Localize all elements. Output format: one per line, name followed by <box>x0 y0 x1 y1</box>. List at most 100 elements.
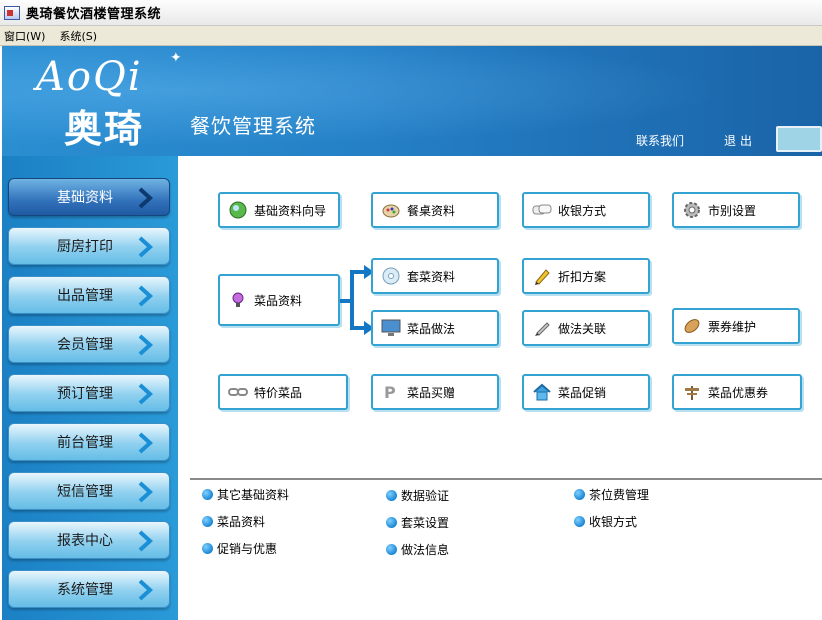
sidebar-item-sms-management[interactable]: 短信管理 <box>8 472 170 510</box>
logo-chinese: 奥琦 <box>64 107 145 151</box>
sidebar: 基础资料 厨房打印 出品管理 会员管理 预订管理 前台管理 短信管理 报表中心 … <box>2 156 178 620</box>
sidebar-item-member-management[interactable]: 会员管理 <box>8 325 170 363</box>
exit-link[interactable]: 退出 <box>724 132 756 149</box>
star-icon: ✦ <box>170 50 182 66</box>
dish-gift-button[interactable]: P 菜品买赠 <box>371 374 499 410</box>
sidebar-item-system-management[interactable]: 系统管理 <box>8 570 170 608</box>
sidebar-item-label: 前台管理 <box>57 435 113 451</box>
button-label: 菜品优惠券 <box>708 385 769 400</box>
chevron-right-icon <box>138 530 153 552</box>
button-label: 收银方式 <box>558 203 607 218</box>
bullet-icon <box>386 517 397 528</box>
flow-connector <box>350 272 354 330</box>
link-tea-fee-management[interactable]: 茶位费管理 <box>574 486 649 503</box>
button-label: 票券维护 <box>708 319 757 334</box>
main-content: 基础资料向导 餐桌资料 收银方式 市别设置 菜品资料 套菜资料 折扣方案 菜品做… <box>178 156 822 620</box>
palette-icon <box>381 200 401 220</box>
chevron-right-icon <box>138 579 153 601</box>
sidebar-item-report-center[interactable]: 报表中心 <box>8 521 170 559</box>
button-label: 菜品资料 <box>254 293 303 308</box>
system-name: 餐饮管理系统 <box>190 114 316 138</box>
chevron-right-icon <box>138 285 153 307</box>
bullet-icon <box>202 516 213 527</box>
chevron-right-icon <box>138 432 153 454</box>
bullet-icon <box>574 516 585 527</box>
contact-us-link[interactable]: 联系我们 <box>636 132 684 149</box>
link-label: 菜品资料 <box>217 515 266 529</box>
bullet-icon <box>574 489 585 500</box>
set-meal-info-button[interactable]: 套菜资料 <box>371 258 499 294</box>
bread-icon <box>682 316 702 336</box>
logo-english: AoQi <box>36 54 143 100</box>
link-dish-info[interactable]: 菜品资料 <box>202 513 265 530</box>
dish-info-button[interactable]: 菜品资料 <box>218 274 340 326</box>
link-label: 收银方式 <box>589 515 638 529</box>
paypal-icon: P <box>381 382 401 402</box>
link-label: 促销与优惠 <box>217 542 278 556</box>
gear-icon <box>682 200 702 220</box>
sidebar-item-basic-info[interactable]: 基础资料 <box>8 178 170 216</box>
link-label: 其它基础资料 <box>217 488 290 502</box>
banner-button-box[interactable] <box>776 126 822 152</box>
chevron-right-icon <box>138 236 153 258</box>
table-info-button[interactable]: 餐桌资料 <box>371 192 499 228</box>
sidebar-item-front-desk-management[interactable]: 前台管理 <box>8 423 170 461</box>
pencil-icon <box>532 266 552 286</box>
payment-methods-button[interactable]: 收银方式 <box>522 192 650 228</box>
dish-promotion-button[interactable]: 菜品促销 <box>522 374 650 410</box>
sidebar-item-output-management[interactable]: 出品管理 <box>8 276 170 314</box>
sidebar-item-label: 厨房打印 <box>57 239 113 255</box>
link-label: 数据验证 <box>401 489 450 503</box>
chain-icon <box>228 382 248 402</box>
menu-system[interactable]: 系统(S) <box>59 28 97 44</box>
button-label: 菜品做法 <box>407 321 456 336</box>
special-dish-button[interactable]: 特价菜品 <box>218 374 348 410</box>
pen-icon <box>532 318 552 338</box>
sidebar-item-kitchen-print[interactable]: 厨房打印 <box>8 227 170 265</box>
dish-coupon-button[interactable]: 菜品优惠券 <box>672 374 802 410</box>
button-label: 餐桌资料 <box>407 203 456 218</box>
link-data-validation[interactable]: 数据验证 <box>386 487 449 504</box>
sidebar-item-reservation-management[interactable]: 预订管理 <box>8 374 170 412</box>
button-label: 基础资料向导 <box>254 203 327 218</box>
link-set-meal-settings[interactable]: 套菜设置 <box>386 514 449 531</box>
dish-method-button[interactable]: 菜品做法 <box>371 310 499 346</box>
button-label: 特价菜品 <box>254 385 303 400</box>
currency-settings-button[interactable]: 市别设置 <box>672 192 800 228</box>
sidebar-item-label: 基础资料 <box>57 190 113 206</box>
discount-plan-button[interactable]: 折扣方案 <box>522 258 650 294</box>
link-promotions-discounts[interactable]: 促销与优惠 <box>202 540 277 557</box>
sidebar-item-label: 短信管理 <box>57 484 113 500</box>
button-label: 市别设置 <box>708 203 757 218</box>
link-method-info[interactable]: 做法信息 <box>386 541 449 558</box>
chevron-right-icon <box>138 481 153 503</box>
monitor-icon <box>381 318 401 338</box>
link-other-basic-info[interactable]: 其它基础资料 <box>202 486 289 503</box>
app-icon <box>4 5 20 20</box>
chevron-right-icon <box>138 383 153 405</box>
cd-icon <box>381 266 401 286</box>
menu-bar: 窗口(W) 系统(S) <box>0 26 822 46</box>
signpost-icon <box>682 382 702 402</box>
method-link-button[interactable]: 做法关联 <box>522 310 650 346</box>
sidebar-item-label: 预订管理 <box>57 386 113 402</box>
sidebar-item-label: 会员管理 <box>57 337 113 353</box>
link-label: 套菜设置 <box>401 516 450 530</box>
bullet-icon <box>202 489 213 500</box>
bullet-icon <box>386 544 397 555</box>
button-label: 套菜资料 <box>407 269 456 284</box>
voucher-maintenance-button[interactable]: 票券维护 <box>672 308 800 344</box>
title-bar: 奥琦餐饮酒楼管理系统 <box>0 0 822 26</box>
link-label: 做法信息 <box>401 543 450 557</box>
globe-icon <box>228 200 248 220</box>
section-divider <box>190 478 822 480</box>
basic-info-wizard-button[interactable]: 基础资料向导 <box>218 192 340 228</box>
home-icon <box>532 382 552 402</box>
button-label: 做法关联 <box>558 321 607 336</box>
link-payment-methods[interactable]: 收银方式 <box>574 513 637 530</box>
button-label: 菜品买赠 <box>407 385 456 400</box>
chevron-right-icon <box>138 334 153 356</box>
menu-window[interactable]: 窗口(W) <box>4 28 45 44</box>
sidebar-item-label: 出品管理 <box>57 288 113 304</box>
link-label: 茶位费管理 <box>589 488 650 502</box>
